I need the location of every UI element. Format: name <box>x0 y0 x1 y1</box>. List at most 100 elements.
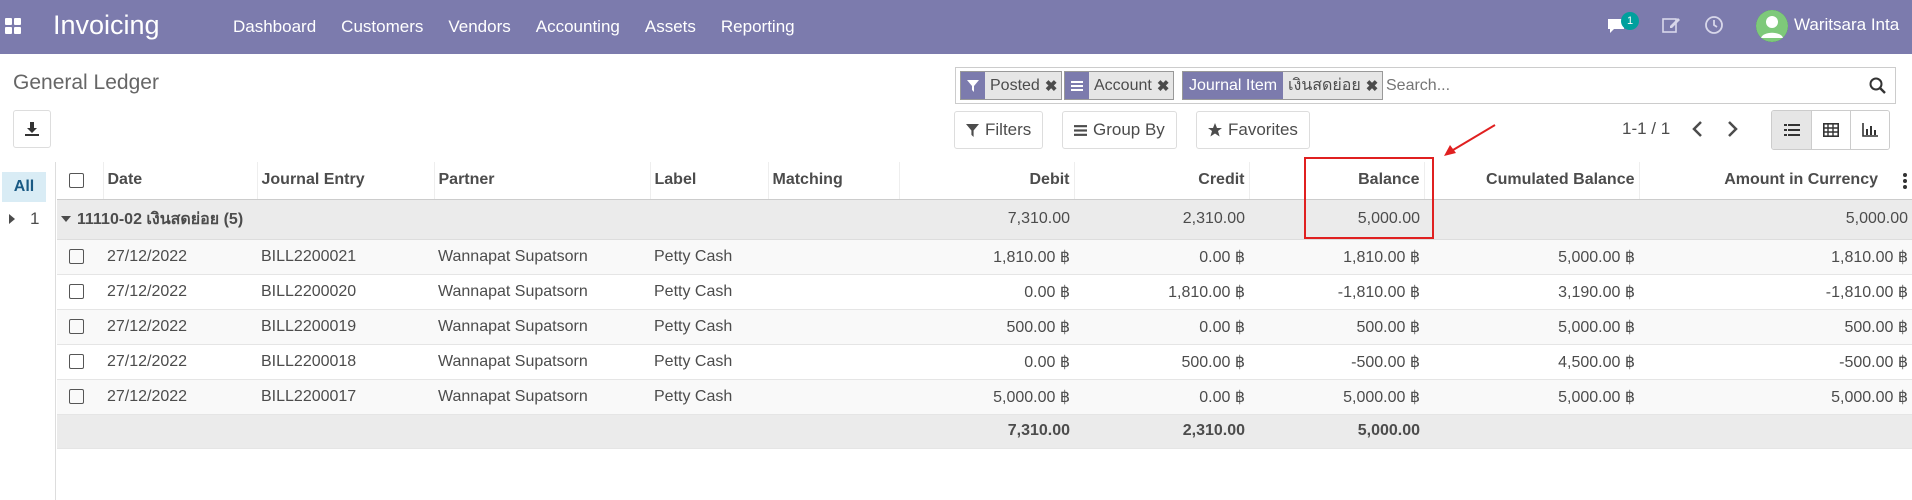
cell-credit: 0.00 ฿ <box>1074 239 1249 275</box>
row-checkbox-cell[interactable] <box>57 309 103 345</box>
table-row[interactable]: 27/12/2022 BILL2200019 Wannapat Supatsor… <box>57 309 1912 345</box>
group-row[interactable]: 11110-02 เงินสดย่อย (5) 7,310.00 2,310.0… <box>57 199 1912 240</box>
col-credit[interactable]: Credit <box>1073 162 1249 200</box>
bar-chart-icon <box>1862 123 1878 137</box>
facet-journal-item: Journal Item เงินสดย่อย ✖ <box>1182 71 1384 100</box>
row-checkbox-cell[interactable] <box>57 344 103 380</box>
optional-columns-icon[interactable] <box>1902 172 1908 190</box>
search-icon[interactable] <box>1869 77 1887 95</box>
facet-remove-icon[interactable]: ✖ <box>1045 72 1062 99</box>
select-all-checkbox-cell[interactable] <box>57 162 103 200</box>
col-label[interactable]: Label <box>649 162 768 200</box>
cell-partner: Wannapat Supatsorn <box>434 309 650 345</box>
table-header-row: Date Journal Entry Partner Label Matchin… <box>57 162 1912 200</box>
pivot-view-button[interactable] <box>1811 111 1850 149</box>
table-row[interactable]: 27/12/2022 BILL2200020 Wannapat Supatsor… <box>57 274 1912 310</box>
cell-label: Petty Cash <box>650 379 768 415</box>
filters-button[interactable]: Filters <box>954 111 1044 149</box>
col-balance[interactable]: Balance <box>1248 162 1424 200</box>
row-checkbox[interactable] <box>69 388 84 404</box>
search-bar: Posted ✖ Account ✖ Journal Item เงินสดย่… <box>955 67 1896 104</box>
cell-matching <box>768 239 899 275</box>
row-checkbox[interactable] <box>69 248 84 264</box>
group-credit: 2,310.00 <box>1074 199 1249 240</box>
menu-accounting[interactable]: Accounting <box>536 17 620 37</box>
download-button[interactable] <box>13 110 51 148</box>
cell-cumulated-balance: 4,500.00 ฿ <box>1424 344 1639 380</box>
graph-view-button[interactable] <box>1850 111 1889 149</box>
cell-debit: 0.00 ฿ <box>899 274 1074 310</box>
col-partner[interactable]: Partner <box>433 162 650 200</box>
filters-label: Filters <box>985 120 1032 139</box>
facet-group-label: Journal Item <box>1183 72 1284 99</box>
cell-matching <box>768 344 899 380</box>
chevron-left-icon[interactable] <box>1690 119 1706 139</box>
download-icon <box>25 122 39 136</box>
menu-assets[interactable]: Assets <box>645 17 696 37</box>
group-name-cell[interactable]: 11110-02 เงินสดย่อย (5) <box>57 199 650 240</box>
cell-label: Petty Cash <box>650 309 768 345</box>
col-cumulated-balance[interactable]: Cumulated Balance <box>1423 162 1639 200</box>
app-title[interactable]: Invoicing <box>53 10 160 41</box>
edit-icon[interactable] <box>1661 15 1681 35</box>
cell-balance: 5,000.00 ฿ <box>1249 379 1424 415</box>
menu-dashboard[interactable]: Dashboard <box>233 17 316 37</box>
row-checkbox[interactable] <box>69 318 84 334</box>
cell-date: 27/12/2022 <box>103 344 257 380</box>
select-all-checkbox[interactable] <box>69 172 84 188</box>
list-icon <box>1074 124 1087 136</box>
side-all-filter[interactable]: All <box>2 172 46 202</box>
cell-cumulated-balance: 3,190.00 ฿ <box>1424 274 1639 310</box>
user-name[interactable]: Waritsara Inta <box>1794 15 1899 35</box>
favorites-button[interactable]: Favorites <box>1196 111 1310 149</box>
list-view-button[interactable] <box>1772 111 1811 149</box>
col-journal-entry[interactable]: Journal Entry <box>256 162 434 200</box>
pager-value[interactable]: 1-1 / 1 <box>1622 119 1670 139</box>
cell-date: 27/12/2022 <box>103 239 257 275</box>
cell-balance: 500.00 ฿ <box>1249 309 1424 345</box>
col-debit[interactable]: Debit <box>898 162 1074 200</box>
table-row[interactable]: 27/12/2022 BILL2200021 Wannapat Supatsor… <box>57 239 1912 275</box>
table-row[interactable]: 27/12/2022 BILL2200018 Wannapat Supatsor… <box>57 344 1912 380</box>
total-credit: 2,310.00 <box>1074 413 1249 449</box>
table-row[interactable]: 27/12/2022 BILL2200017 Wannapat Supatsor… <box>57 379 1912 415</box>
main-menu: Dashboard Customers Vendors Accounting A… <box>233 0 820 54</box>
row-checkbox-cell[interactable] <box>57 239 103 275</box>
menu-customers[interactable]: Customers <box>341 17 423 37</box>
cell-journal-entry: BILL2200021 <box>257 239 434 275</box>
col-amount-in-currency[interactable]: Amount in Currency <box>1638 162 1912 200</box>
group-by-button[interactable]: Group By <box>1062 111 1177 149</box>
caret-down-icon <box>61 216 71 223</box>
side-group-item[interactable]: 1 <box>30 209 39 229</box>
search-input[interactable] <box>1386 72 1856 99</box>
facet-label: Account <box>1094 76 1152 94</box>
facet-remove-icon[interactable]: ✖ <box>1366 72 1383 99</box>
message-count-badge: 1 <box>1621 12 1639 30</box>
menu-vendors[interactable]: Vendors <box>448 17 510 37</box>
col-matching[interactable]: Matching <box>767 162 899 200</box>
favorites-label: Favorites <box>1228 120 1298 139</box>
caret-right-icon[interactable] <box>9 214 15 224</box>
col-date[interactable]: Date <box>102 162 257 200</box>
totals-row: 7,310.00 2,310.00 5,000.00 <box>57 413 1912 449</box>
group-empty-cell <box>650 199 768 240</box>
cell-matching <box>768 274 899 310</box>
row-checkbox-cell[interactable] <box>57 379 103 415</box>
chevron-right-icon[interactable] <box>1724 119 1740 139</box>
cell-partner: Wannapat Supatsorn <box>434 239 650 275</box>
menu-reporting[interactable]: Reporting <box>721 17 795 37</box>
activity-clock-icon[interactable] <box>1704 15 1724 35</box>
user-avatar[interactable] <box>1756 10 1788 42</box>
facet-value: เงินสดย่อย <box>1288 77 1361 94</box>
cell-date: 27/12/2022 <box>103 274 257 310</box>
row-checkbox[interactable] <box>69 283 84 299</box>
cell-debit: 500.00 ฿ <box>899 309 1074 345</box>
filter-icon <box>961 72 985 99</box>
cell-amount-in-currency: 5,000.00 ฿ <box>1639 379 1912 415</box>
cell-cumulated-balance: 5,000.00 ฿ <box>1424 239 1639 275</box>
apps-menu-icon[interactable] <box>5 18 21 34</box>
row-checkbox-cell[interactable] <box>57 274 103 310</box>
row-checkbox[interactable] <box>69 353 84 369</box>
list-icon <box>1065 72 1089 99</box>
facet-remove-icon[interactable]: ✖ <box>1157 72 1174 99</box>
